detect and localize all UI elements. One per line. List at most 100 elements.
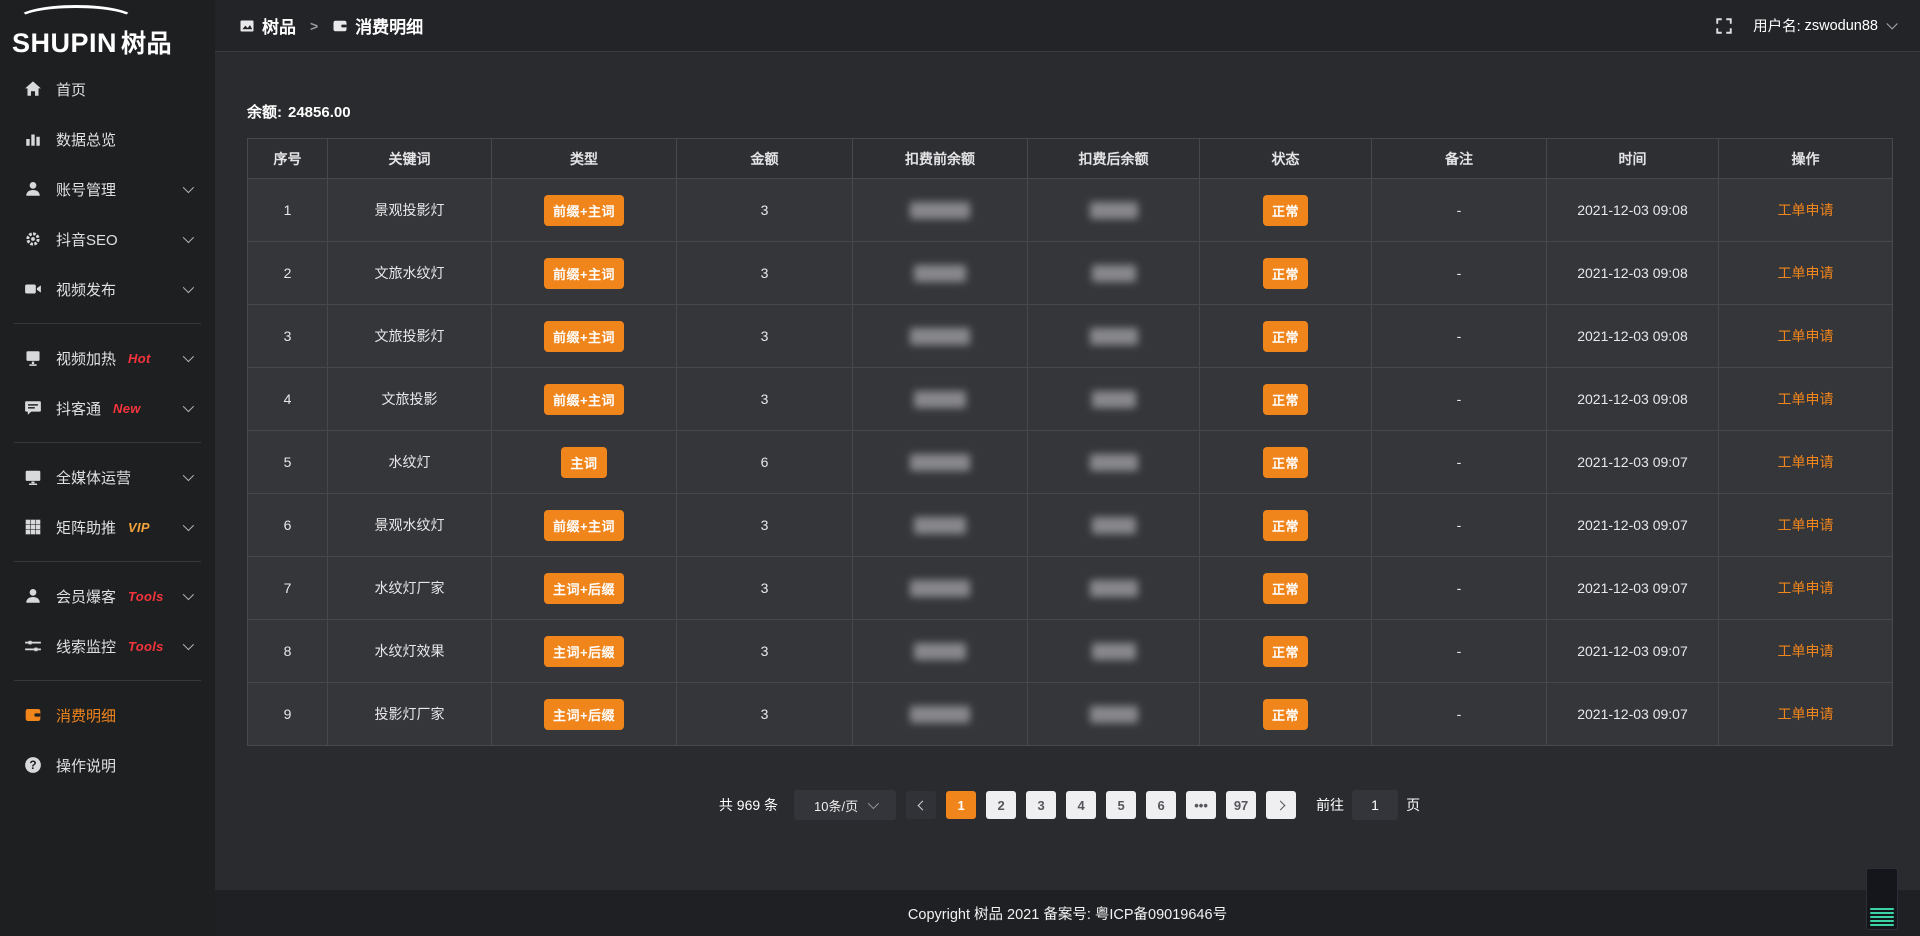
- username-value: zswodun88: [1805, 18, 1878, 34]
- sidebar: SHUPIN树品 首页 数据总览 账号管理 抖音SEO: [0, 0, 215, 936]
- cell-time: 2021-12-03 09:07: [1547, 494, 1719, 557]
- work-order-link[interactable]: 工单申请: [1778, 580, 1834, 596]
- page-button-3[interactable]: 3: [1026, 791, 1056, 819]
- chat-icon: [24, 399, 42, 417]
- sidebar-divider: [14, 561, 201, 562]
- sidebar-item-douketong[interactable]: 抖客通 New: [0, 383, 215, 433]
- type-badge: 主词+后缀: [544, 699, 624, 730]
- cell-index: 2: [248, 242, 328, 305]
- status-badge: 正常: [1263, 636, 1308, 667]
- cell-amount: 3: [677, 179, 853, 242]
- cell-time: 2021-12-03 09:08: [1547, 305, 1719, 368]
- cell-time: 2021-12-03 09:08: [1547, 242, 1719, 305]
- sidebar-item-label: 会员爆客: [56, 586, 116, 607]
- work-order-link[interactable]: 工单申请: [1778, 517, 1834, 533]
- masked-before-balance: [914, 517, 966, 534]
- sidebar-item-member-burst[interactable]: 会员爆客 Tools: [0, 571, 215, 621]
- type-badge: 前缀+主词: [544, 384, 624, 415]
- work-order-link[interactable]: 工单申请: [1778, 706, 1834, 722]
- work-order-link[interactable]: 工单申请: [1778, 391, 1834, 407]
- logo-text-cn: 树品: [121, 30, 172, 58]
- cell-keyword: 投影灯厂家: [328, 683, 492, 746]
- col-time: 时间: [1547, 139, 1719, 179]
- page-button-2[interactable]: 2: [986, 791, 1016, 819]
- type-badge: 前缀+主词: [544, 258, 624, 289]
- masked-after-balance: [1090, 202, 1138, 219]
- sidebar-item-data-overview[interactable]: 数据总览: [0, 114, 215, 164]
- cell-remark: -: [1372, 683, 1547, 746]
- breadcrumb-separator: >: [310, 18, 318, 34]
- balance-value: 24856.00: [288, 104, 351, 121]
- cell-keyword: 水纹灯: [328, 431, 492, 494]
- page-size-select[interactable]: 10条/页: [794, 790, 896, 820]
- cell-remark: -: [1372, 431, 1547, 494]
- cell-remark: -: [1372, 494, 1547, 557]
- sidebar-item-video-publish[interactable]: 视频发布: [0, 264, 215, 314]
- page-ellipsis-button[interactable]: •••: [1186, 791, 1216, 819]
- user-icon: [24, 180, 42, 198]
- sidebar-item-omnimedia[interactable]: 全媒体运营: [0, 452, 215, 502]
- type-badge: 前缀+主词: [544, 510, 624, 541]
- sidebar-item-instructions[interactable]: ? 操作说明: [0, 740, 215, 790]
- table-row: 7 水纹灯厂家 主词+后缀 3 正常 - 2021-12-03 09:07 工单…: [248, 557, 1893, 620]
- col-remark: 备注: [1372, 139, 1547, 179]
- page-button-97[interactable]: 97: [1226, 791, 1256, 819]
- username-label: 用户名:: [1753, 15, 1801, 36]
- sidebar-item-matrix-boost[interactable]: 矩阵助推 VIP: [0, 502, 215, 552]
- hot-badge: Hot: [128, 351, 151, 366]
- sidebar-item-label: 抖客通: [56, 398, 101, 419]
- cell-remark: -: [1372, 557, 1547, 620]
- user-menu[interactable]: 用户名: zswodun88: [1753, 15, 1894, 36]
- status-badge: 正常: [1263, 510, 1308, 541]
- masked-after-balance: [1092, 265, 1136, 282]
- work-order-link[interactable]: 工单申请: [1778, 202, 1834, 218]
- table-row: 2 文旅水纹灯 前缀+主词 3 正常 - 2021-12-03 09:08 工单…: [248, 242, 1893, 305]
- status-badge: 正常: [1263, 258, 1308, 289]
- sidebar-item-consumption-detail[interactable]: 消费明细: [0, 690, 215, 740]
- col-action: 操作: [1719, 139, 1893, 179]
- svg-text:?: ?: [29, 758, 36, 772]
- page-button-6[interactable]: 6: [1146, 791, 1176, 819]
- breadcrumb-home[interactable]: 树品: [262, 13, 296, 38]
- masked-after-balance: [1090, 580, 1138, 597]
- sidebar-item-label: 全媒体运营: [56, 467, 131, 488]
- fullscreen-icon[interactable]: [1715, 17, 1733, 35]
- masked-before-balance: [914, 391, 966, 408]
- masked-before-balance: [910, 580, 970, 597]
- sidebar-item-account-mgmt[interactable]: 账号管理: [0, 164, 215, 214]
- sidebar-item-home[interactable]: 首页: [0, 64, 215, 114]
- work-order-link[interactable]: 工单申请: [1778, 454, 1834, 470]
- chevron-down-icon: [183, 589, 194, 600]
- table-row: 1 景观投影灯 前缀+主词 3 正常 - 2021-12-03 09:08 工单…: [248, 179, 1893, 242]
- copyright-text: Copyright 树品 2021 备案号: 粤ICP备09019646号: [908, 903, 1227, 924]
- table-row: 6 景观水纹灯 前缀+主词 3 正常 - 2021-12-03 09:07 工单…: [248, 494, 1893, 557]
- chevron-down-icon: [1886, 18, 1897, 29]
- page-button-5[interactable]: 5: [1106, 791, 1136, 819]
- col-index: 序号: [248, 139, 328, 179]
- sidebar-item-label: 视频加热: [56, 348, 116, 369]
- tools-badge: Tools: [128, 589, 164, 604]
- masked-after-balance: [1092, 391, 1136, 408]
- masked-before-balance: [914, 265, 966, 282]
- cell-amount: 3: [677, 620, 853, 683]
- status-badge: 正常: [1263, 321, 1308, 352]
- work-order-link[interactable]: 工单申请: [1778, 643, 1834, 659]
- main-content: 余额:24856.00 序号 关键词 类型 金额 扣费前余额 扣费后余额 状态 …: [215, 52, 1920, 820]
- cell-keyword: 文旅投影灯: [328, 305, 492, 368]
- next-page-button[interactable]: [1266, 791, 1296, 819]
- sidebar-item-label: 线索监控: [56, 636, 116, 657]
- site-icon: [239, 18, 255, 34]
- sidebar-item-video-heat[interactable]: 视频加热 Hot: [0, 333, 215, 383]
- goto-page-input[interactable]: [1352, 790, 1398, 820]
- cell-amount: 3: [677, 242, 853, 305]
- type-badge: 主词+后缀: [544, 573, 624, 604]
- cell-remark: -: [1372, 368, 1547, 431]
- page-button-1[interactable]: 1: [946, 791, 976, 819]
- work-order-link[interactable]: 工单申请: [1778, 328, 1834, 344]
- work-order-link[interactable]: 工单申请: [1778, 265, 1834, 281]
- sidebar-item-douyin-seo[interactable]: 抖音SEO: [0, 214, 215, 264]
- sidebar-item-lead-monitor[interactable]: 线索监控 Tools: [0, 621, 215, 671]
- page-button-4[interactable]: 4: [1066, 791, 1096, 819]
- prev-page-button[interactable]: [906, 791, 936, 819]
- sidebar-divider: [14, 680, 201, 681]
